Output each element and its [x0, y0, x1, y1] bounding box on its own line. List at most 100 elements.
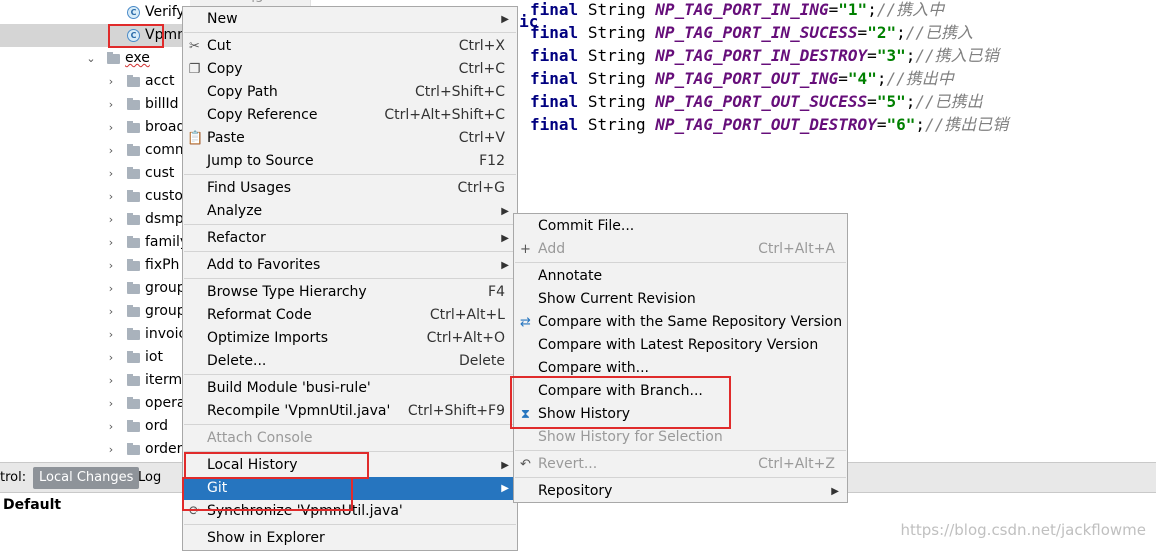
menu-item-compare-with-the-same-repository-version[interactable]: ⇄ Compare with the Same Repository Versio… [514, 311, 847, 334]
menu-item-find-usages[interactable]: Find Usages Ctrl+G [183, 177, 517, 200]
menu-item-copy[interactable]: ❐ Copy Ctrl+C [183, 58, 517, 81]
menu-item-label: Compare with Branch... [538, 383, 703, 399]
menu-item-shortcut: Ctrl+X [458, 38, 505, 54]
menu-item-delete[interactable]: Delete... Delete [183, 350, 517, 373]
tree-item[interactable]: C Vpmn [0, 24, 190, 47]
menu-item-recompile-vpmnutil-java[interactable]: Recompile 'VpmnUtil.java' Ctrl+Shift+F9 [183, 400, 517, 423]
tree-item[interactable]: › dsmp [0, 208, 190, 231]
tree-item[interactable]: › cust [0, 162, 190, 185]
submenu-arrow-icon: ▶ [501, 460, 509, 471]
chevron-right-icon[interactable]: › [106, 208, 116, 231]
code-token-comment: //携出已销 [925, 115, 1009, 134]
tab-local-changes[interactable]: Local Changes [33, 467, 140, 489]
menu-item-refactor[interactable]: Refactor ▶ [183, 227, 517, 250]
menu-item-shortcut: Ctrl+Alt+Shift+C [384, 107, 505, 123]
tree-item[interactable]: › comm [0, 139, 190, 162]
chevron-right-icon[interactable]: › [106, 415, 116, 438]
chevron-right-icon[interactable]: › [106, 392, 116, 415]
tree-item[interactable]: › group [0, 277, 190, 300]
package-folder-icon [107, 52, 120, 64]
sync-icon: ⟳ [189, 504, 200, 519]
paste-icon: 📋 [187, 131, 204, 146]
menu-item-annotate[interactable]: Annotate [514, 265, 847, 288]
tree-item[interactable]: › iot [0, 346, 190, 369]
chevron-right-icon[interactable]: › [106, 185, 116, 208]
tree-item[interactable]: › opera [0, 392, 190, 415]
chevron-right-icon[interactable]: › [106, 300, 116, 323]
tree-item[interactable]: › invoic [0, 323, 190, 346]
code-token-kw: final [530, 23, 579, 42]
chevron-right-icon[interactable]: › [106, 70, 116, 93]
tree-item-label: group [145, 303, 186, 319]
menu-item-compare-with[interactable]: Compare with... [514, 357, 847, 380]
menu-item-shortcut: Ctrl+Alt+Z [758, 456, 835, 472]
chevron-right-icon[interactable]: › [106, 438, 116, 461]
menu-item-local-history[interactable]: Local History ▶ [183, 454, 517, 477]
tree-item[interactable]: › family [0, 231, 190, 254]
menu-item-analyze[interactable]: Analyze ▶ [183, 200, 517, 223]
menu-item-compare-with-branch[interactable]: Compare with Branch... [514, 380, 847, 403]
scissors-icon: ✂ [189, 39, 200, 54]
menu-item-build-module-busi-rule[interactable]: Build Module 'busi-rule' [183, 377, 517, 400]
tree-item[interactable]: › iterm [0, 369, 190, 392]
changelist-default[interactable]: Default [3, 497, 61, 513]
chevron-right-icon[interactable]: › [106, 162, 116, 185]
tree-item[interactable]: › ord [0, 415, 190, 438]
menu-item-compare-with-latest-repository-version[interactable]: Compare with Latest Repository Version [514, 334, 847, 357]
tree-item-label: Verify [145, 4, 185, 20]
menu-item-jump-to-source[interactable]: Jump to Source F12 [183, 150, 517, 173]
menu-item-copy-path[interactable]: Copy Path Ctrl+Shift+C [183, 81, 517, 104]
code-token-kw: final [530, 115, 579, 134]
tree-item[interactable]: ⌄ exe [0, 47, 190, 70]
tree-item[interactable]: › broad [0, 116, 190, 139]
tree-item[interactable]: › custo [0, 185, 190, 208]
chevron-right-icon[interactable]: › [106, 231, 116, 254]
tree-item[interactable]: C Verify [0, 1, 190, 24]
menu-item-optimize-imports[interactable]: Optimize Imports Ctrl+Alt+O [183, 327, 517, 350]
menu-separator [184, 451, 516, 452]
menu-item-add-to-favorites[interactable]: Add to Favorites ▶ [183, 254, 517, 277]
menu-item-paste[interactable]: 📋 Paste Ctrl+V [183, 127, 517, 150]
chevron-right-icon[interactable]: › [106, 254, 116, 277]
code-token-comment: //已携出 [915, 92, 983, 111]
tab-log[interactable]: Log [132, 467, 167, 489]
chevron-right-icon[interactable]: › [106, 116, 116, 139]
code-token-value: "3" [876, 46, 906, 65]
tree-item[interactable]: › fixPh [0, 254, 190, 277]
chevron-right-icon[interactable]: › [106, 346, 116, 369]
menu-item-repository[interactable]: Repository ▶ [514, 480, 847, 503]
menu-item-show-history-for-selection: Show History for Selection [514, 426, 847, 449]
menu-item-label: Find Usages [207, 180, 292, 196]
menu-item-copy-reference[interactable]: Copy Reference Ctrl+Alt+Shift+C [183, 104, 517, 127]
menu-item-label: Jump to Source [207, 153, 314, 169]
menu-item-cut[interactable]: ✂ Cut Ctrl+X [183, 35, 517, 58]
menu-separator [184, 251, 516, 252]
menu-item-label: Copy [207, 61, 243, 77]
package-folder-icon [127, 167, 140, 179]
menu-item-synchronize-vpmnutil-java[interactable]: ⟳ Synchronize 'VpmnUtil.java' [183, 500, 517, 523]
tree-item[interactable]: › billId [0, 93, 190, 116]
chevron-down-icon[interactable]: ⌄ [86, 47, 96, 70]
code-line: final String NP_TAG_PORT_OUT_ING="4";//携… [530, 69, 954, 88]
chevron-right-icon[interactable]: › [106, 139, 116, 162]
chevron-right-icon[interactable]: › [106, 323, 116, 346]
tree-item[interactable]: › group [0, 300, 190, 323]
menu-item-show-current-revision[interactable]: Show Current Revision [514, 288, 847, 311]
menu-item-label: Compare with the Same Repository Version [538, 314, 843, 330]
menu-item-git[interactable]: Git ▶ [183, 477, 517, 500]
code-token-comment: //携入中 [876, 0, 945, 19]
tree-item[interactable]: › order [0, 438, 190, 461]
menu-item-reformat-code[interactable]: Reformat Code Ctrl+Alt+L [183, 304, 517, 327]
chevron-right-icon[interactable]: › [106, 369, 116, 392]
submenu-arrow-icon: ▶ [831, 486, 839, 497]
chevron-right-icon[interactable]: › [106, 93, 116, 116]
chevron-right-icon[interactable]: › [106, 277, 116, 300]
menu-item-commit-file[interactable]: Commit File... [514, 215, 847, 238]
tree-item-label: iterm [145, 372, 183, 388]
menu-item-label: Analyze [207, 203, 263, 219]
code-token-type: String [587, 46, 646, 65]
menu-item-new[interactable]: New ▶ [183, 8, 517, 31]
menu-item-show-history[interactable]: ⧗ Show History [514, 403, 847, 426]
menu-item-browse-type-hierarchy[interactable]: Browse Type Hierarchy F4 [183, 281, 517, 304]
tree-item[interactable]: › acct [0, 70, 190, 93]
